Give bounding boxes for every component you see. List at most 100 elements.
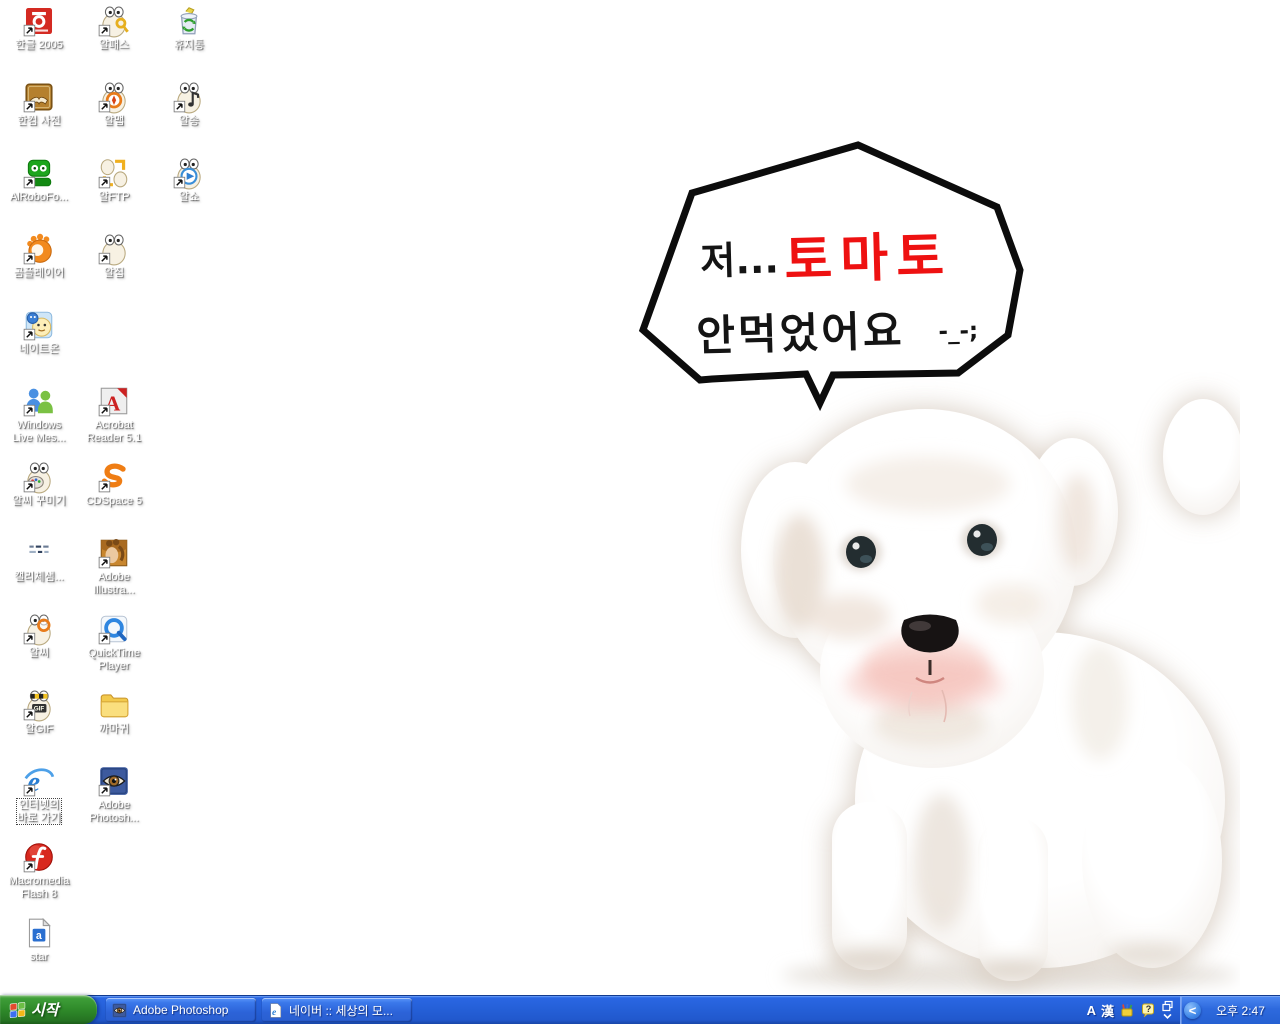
shortcut-arrow-overlay <box>99 25 110 36</box>
restore-window-icon[interactable] <box>1161 1000 1174 1012</box>
desktop-icon-label: QuickTimePlayer <box>88 647 140 672</box>
desktop-icon-adobe-photoshop[interactable]: AdobePhotosh... <box>77 764 151 824</box>
desktop-icon-label: 알집 <box>104 267 124 280</box>
svg-text:a: a <box>36 930 42 942</box>
desktop-icon-star-file[interactable]: a star <box>2 916 76 964</box>
desktop-icon-label: 네이트온 <box>19 343 59 356</box>
desktop-icon-hangul-2005[interactable]: 한글 2005 <box>2 4 76 52</box>
egg-magnifier-icon <box>22 612 56 646</box>
desktop-icon-windows-live-messenger[interactable]: WindowsLive Mes... <box>2 384 76 444</box>
speech-bubble: 저... 토마토 안먹었어요 -_-; <box>615 130 1045 420</box>
desktop-icon-label: star <box>30 951 48 964</box>
start-button[interactable]: 시작 <box>0 995 97 1024</box>
bubble-text-tomato: 토마토 <box>784 227 953 291</box>
taskbar: 시작 Adobe Photoshop e 네이버 :: 세상의 모... A 漢 ? <box>0 995 1280 1024</box>
chevron-down-icon[interactable] <box>1162 1013 1173 1020</box>
desktop-icon-acrobat-reader[interactable]: AAcrobatReader 5.1 <box>77 384 151 444</box>
desktop-icon-label: 알맵 <box>104 115 124 128</box>
desktop-icon-label: 한글 2005 <box>15 39 63 52</box>
desktop-icon-alsee-decorator[interactable]: 알씨 꾸미기 <box>2 460 76 508</box>
desktop-icon-label: 알패스 <box>99 39 129 52</box>
desktop-icon-label: 캘리체샘... <box>14 571 64 584</box>
taskbar-button-label: Adobe Photoshop <box>133 1003 228 1017</box>
desktop-icon-label: AdobeIllustra... <box>93 571 135 596</box>
desktop-icon-label: 알씨 <box>29 647 49 660</box>
shortcut-arrow-overlay <box>99 481 110 492</box>
desktop-icon-nateon[interactable]: 네이트온 <box>2 308 76 356</box>
bubble-text-emoticon: -_-; <box>938 318 978 345</box>
shortcut-arrow-overlay <box>99 633 110 644</box>
ime-english-indicator[interactable]: A <box>1087 1003 1096 1018</box>
desktop-icon-adobe-illustrator[interactable]: AdobeIllustra... <box>77 536 151 596</box>
shortcut-arrow-overlay <box>174 101 185 112</box>
desktop-icon-macromedia-flash[interactable]: MacromediaFlash 8 <box>2 840 76 900</box>
gom-paw-icon <box>22 232 56 266</box>
shortcut-arrow-overlay <box>174 177 185 188</box>
desktop-icon-hancom-dictionary[interactable]: 한컴 사전 <box>2 80 76 128</box>
ime-help-icon[interactable]: ? <box>1140 1002 1156 1018</box>
taskbar-button-naver-browser[interactable]: e 네이버 :: 세상의 모... <box>262 998 412 1022</box>
egg-palette-icon <box>22 460 56 494</box>
ie-page-icon: e <box>267 1002 284 1019</box>
desktop-icon-alftp[interactable]: 알FTP <box>77 156 151 204</box>
tiny-text-icon <box>22 536 56 570</box>
ime-hanja-indicator[interactable]: 漢 <box>1101 1001 1114 1020</box>
shortcut-arrow-overlay <box>24 177 35 188</box>
desktop-icon-internet-shortcut[interactable]: e인터넷의바로 가기 <box>2 764 76 824</box>
desktop-icon-alshow[interactable]: 알쇼 <box>152 156 226 204</box>
desktop-icon-label: 알씨 꾸미기 <box>12 495 66 508</box>
desktop-icon-label: WindowsLive Mes... <box>12 419 65 444</box>
svg-text:GIF: GIF <box>34 706 45 713</box>
ime-language-bar[interactable]: A 漢 ? <box>1081 996 1180 1024</box>
bubble-text-line2: 안먹었어요 <box>696 306 905 360</box>
desktop-icon-label: 알쇼 <box>179 191 199 204</box>
desktop-icon-label: 알송 <box>179 115 199 128</box>
shortcut-arrow-overlay <box>24 25 35 36</box>
taskbar-clock[interactable]: 오후 2:47 <box>1201 1002 1280 1019</box>
desktop-icon-label: MacromediaFlash 8 <box>9 875 70 900</box>
collapse-chevron-glyph: < <box>1189 1003 1197 1018</box>
egg-icon <box>97 232 131 266</box>
shortcut-arrow-overlay <box>99 177 110 188</box>
recycle-bin-icon <box>172 4 206 38</box>
egg-transfer-icon <box>97 156 131 190</box>
internet-explorer-icon: e <box>22 764 56 798</box>
desktop-icon-label: 한컴 사전 <box>17 115 61 128</box>
desktop-icon-label: 알FTP <box>99 191 130 204</box>
start-button-label: 시작 <box>31 999 59 1020</box>
desktop-icon-label: 곰플레이어 <box>14 267 65 280</box>
taskbar-button-adobe-photoshop[interactable]: Adobe Photoshop <box>106 998 256 1022</box>
desktop-icon-label: 까마귀 <box>99 723 129 736</box>
desktop-icon-algif[interactable]: GIF 알GIF <box>2 688 76 736</box>
ai-document-icon: a <box>22 916 56 950</box>
desktop-icon-calligraphy-sample[interactable]: 캘리체샘... <box>2 536 76 584</box>
collapse-tray-button[interactable]: < <box>1184 1002 1201 1019</box>
shortcut-arrow-overlay <box>24 101 35 112</box>
shortcut-arrow-overlay <box>99 405 110 416</box>
svg-text:?: ? <box>1146 1004 1152 1014</box>
shortcut-arrow-overlay <box>24 405 35 416</box>
desktop-icon-recycle-bin[interactable]: 휴지통 <box>152 4 226 52</box>
desktop-icon-alsong[interactable]: 알송 <box>152 80 226 128</box>
desktop-icon-kkamagwi-folder[interactable]: 까마귀 <box>77 688 151 736</box>
egg-compass-icon <box>97 80 131 114</box>
ime-pen-tools-icon[interactable] <box>1119 1002 1135 1018</box>
desktop-icon-gom-player[interactable]: 곰플레이어 <box>2 232 76 280</box>
desktop-icon-alzip[interactable]: 알집 <box>77 232 151 280</box>
desktop-icon-label: 알GIF <box>25 723 53 736</box>
roboform-icon <box>22 156 56 190</box>
desktop-icon-label: AdobePhotosh... <box>89 799 139 824</box>
shortcut-arrow-overlay <box>24 709 35 720</box>
shortcut-arrow-overlay <box>99 557 110 568</box>
desktop-icon-cdspace[interactable]: CDSpace 5 <box>77 460 151 508</box>
desktop-icon-alroboform[interactable]: AlRoboFo... <box>2 156 76 204</box>
desktop-icon-alsee[interactable]: 알씨 <box>2 612 76 660</box>
bubble-text-line1-prefix: 저... <box>700 237 779 283</box>
desktop-icon-alpass[interactable]: 알패스 <box>77 4 151 52</box>
photoshop-eye-icon <box>111 1002 128 1019</box>
shortcut-arrow-overlay <box>24 329 35 340</box>
desktop-icon-quicktime-player[interactable]: QuickTimePlayer <box>77 612 151 672</box>
taskbar-button-label: 네이버 :: 세상의 모... <box>289 1002 393 1019</box>
shortcut-arrow-overlay <box>24 481 35 492</box>
desktop-icon-almap[interactable]: 알맵 <box>77 80 151 128</box>
